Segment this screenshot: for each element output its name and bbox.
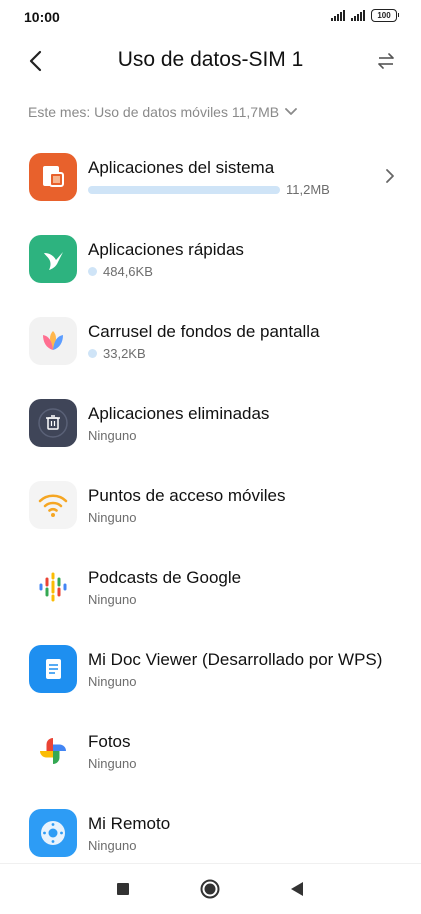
app-usage-value: 11,2MB [286,182,330,197]
app-usage-value: Ninguno [88,592,137,607]
page-title: Uso de datos-SIM 1 [117,48,304,71]
app-name: Fotos [88,732,131,751]
app-usage-value: Ninguno [88,510,137,525]
signal-sim2-icon [351,10,365,21]
remote-control-icon [29,809,77,857]
app-usage: Ninguno [88,838,136,853]
list-item-system-apps[interactable]: Aplicaciones del sistema 11,2MB [0,136,421,218]
status-icons: 100 [331,9,399,22]
app-usage: Ninguno [88,674,136,689]
recents-button[interactable] [112,878,134,900]
month-selector[interactable]: Este mes: Uso de datos móviles 11,7MB [28,104,297,120]
app-usage-value: 484,6KB [103,264,153,279]
app-usage-list: Aplicaciones del sistema 11,2MB Aplicaci… [0,136,421,874]
battery-icon: 100 [371,9,399,22]
home-circle-icon [200,879,220,899]
app-usage: 11,2MB [88,182,330,197]
home-button[interactable] [199,878,221,900]
app-usage: Ninguno [88,510,136,525]
app-name: Aplicaciones del sistema [88,158,275,177]
square-icon [117,883,129,895]
month-usage-label: Este mes: Uso de datos móviles 11,7MB [28,104,280,120]
back-arrow-icon [29,50,42,72]
list-item-mobile-hotspot[interactable]: Puntos de acceso móviles Ninguno [0,464,421,546]
chevron-down-icon [285,108,297,115]
back-nav-button[interactable] [286,878,308,900]
list-item-google-podcasts[interactable]: Podcasts de Google Ninguno [0,546,421,628]
app-usage-value: Ninguno [88,428,137,443]
app-name: Mi Remoto [88,814,171,833]
status-time: 10:00 [24,9,60,25]
header: Uso de datos-SIM 1 [0,38,421,84]
app-usage: Ninguno [88,428,136,443]
switch-sim-button[interactable] [371,46,401,76]
app-name: Carrusel de fondos de pantalla [88,322,320,341]
system-apps-icon [29,153,77,201]
list-item-deleted-apps[interactable]: Aplicaciones eliminadas Ninguno [0,382,421,464]
usage-dot [88,349,97,358]
app-name: Aplicaciones eliminadas [88,404,270,423]
list-item-photos[interactable]: Fotos Ninguno [0,710,421,792]
app-name: Aplicaciones rápidas [88,240,244,259]
trash-icon [29,399,77,447]
google-photos-pinwheel-icon [29,727,77,775]
document-icon [29,645,77,693]
back-button[interactable] [20,46,50,76]
status-bar: 10:00 100 [0,0,421,36]
usage-dot [88,267,97,276]
app-usage: Ninguno [88,592,136,607]
app-usage-value: Ninguno [88,756,137,771]
list-item-mi-doc-viewer[interactable]: Mi Doc Viewer (Desarrollado por WPS) Nin… [0,628,421,710]
swap-arrows-icon [378,53,394,69]
google-podcasts-icon [29,563,77,611]
system-nav-bar [0,863,421,914]
app-name: Mi Doc Viewer (Desarrollado por WPS) [88,650,383,669]
signal-sim1-icon [331,10,345,21]
triangle-back-icon [291,882,303,896]
app-usage-value: 33,2KB [103,346,146,361]
app-name: Puntos de acceso móviles [88,486,286,505]
list-item-wallpaper-carousel[interactable]: Carrusel de fondos de pantalla 33,2KB [0,300,421,382]
app-name: Podcasts de Google [88,568,242,587]
wifi-hotspot-icon [29,481,77,529]
app-usage-value: Ninguno [88,674,137,689]
quick-apps-hummingbird-icon [29,235,77,283]
list-item-mi-remote[interactable]: Mi Remoto Ninguno [0,792,421,874]
app-usage-value: Ninguno [88,838,137,853]
wallpaper-carousel-icon [29,317,77,365]
app-usage: Ninguno [88,756,136,771]
chevron-right-icon [386,169,394,183]
app-usage: 484,6KB [88,264,153,279]
usage-bar [88,185,280,194]
list-item-quick-apps[interactable]: Aplicaciones rápidas 484,6KB [0,218,421,300]
app-usage: 33,2KB [88,346,146,361]
